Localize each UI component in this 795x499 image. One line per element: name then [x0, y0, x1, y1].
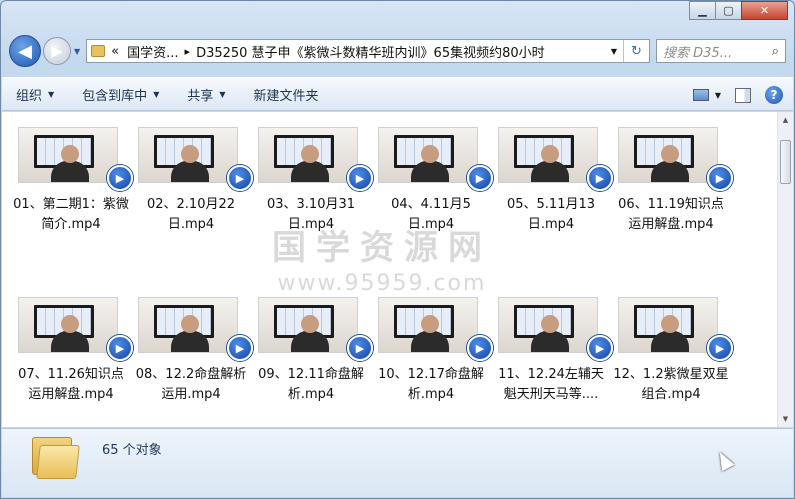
- file-item[interactable]: ▶ 05、5.11月13日.mp4: [492, 127, 613, 277]
- explorer-window: ▁ ▢ ✕ ◀ ▶ ▼ « 国学资... ▸ D35250 慧子申《紫微斗数精华…: [0, 0, 795, 499]
- search-icon: ⌕: [771, 43, 779, 59]
- forward-arrow-icon: ▶: [51, 42, 63, 60]
- video-player-icon: ▶: [587, 335, 613, 361]
- video-player-icon: ▶: [347, 335, 373, 361]
- include-in-library-label: 包含到库中: [82, 88, 148, 104]
- preview-pane-button[interactable]: [735, 87, 751, 103]
- breadcrumb-separator[interactable]: ▸: [185, 45, 191, 58]
- refresh-button[interactable]: ↻: [623, 40, 649, 62]
- video-player-icon: ▶: [347, 165, 373, 191]
- file-name: 10、12.17命盘解析.mp4: [378, 367, 484, 402]
- file-item[interactable]: ▶ 08、12.2命盘解析运用.mp4: [132, 297, 253, 427]
- video-player-icon: ▶: [707, 165, 733, 191]
- minimize-button[interactable]: ▁: [689, 1, 716, 20]
- file-item[interactable]: ▶ 02、2.10月22日.mp4: [132, 127, 253, 277]
- file-name: 11、12.24左辅天魁天刑天马等....: [498, 367, 604, 402]
- organize-menu[interactable]: 组织 ▼: [2, 85, 68, 104]
- file-name: 01、第二期1：紫微简介.mp4: [13, 197, 129, 232]
- search-placeholder: 搜索 D35...: [663, 45, 733, 61]
- help-button[interactable]: ?: [765, 86, 783, 104]
- video-thumbnail: [498, 127, 598, 183]
- file-item[interactable]: ▶ 04、4.11月5日.mp4: [372, 127, 493, 277]
- video-thumbnail: [258, 127, 358, 183]
- video-thumbnail: [618, 297, 718, 353]
- vertical-scrollbar[interactable]: ▲ ▼: [777, 112, 793, 427]
- breadcrumb-root[interactable]: 国学资...: [127, 42, 178, 61]
- file-name: 07、11.26知识点运用解盘.mp4: [18, 367, 124, 402]
- address-dropdown[interactable]: ▼: [611, 47, 617, 56]
- video-player-icon: ▶: [107, 165, 133, 191]
- folder-icon: [91, 45, 106, 57]
- video-player-icon: ▶: [707, 335, 733, 361]
- forward-button[interactable]: ▶: [43, 37, 71, 65]
- file-item[interactable]: ▶ 07、11.26知识点运用解盘.mp4: [12, 297, 133, 427]
- video-thumbnail: [18, 297, 118, 353]
- caption-buttons: ▁ ▢ ✕: [689, 1, 788, 22]
- file-item[interactable]: ▶ 11、12.24左辅天魁天刑天马等....: [492, 297, 613, 427]
- file-name: 04、4.11月5日.mp4: [391, 197, 471, 232]
- close-button[interactable]: ✕: [741, 1, 788, 20]
- item-count: 65 个对象: [102, 443, 162, 458]
- video-thumbnail: [138, 297, 238, 353]
- file-name: 12、1.2紫微星双星组合.mp4: [613, 367, 729, 402]
- share-menu[interactable]: 共享 ▼: [173, 85, 239, 104]
- file-item[interactable]: ▶ 09、12.11命盘解析.mp4: [252, 297, 373, 427]
- video-player-icon: ▶: [587, 165, 613, 191]
- share-label: 共享: [187, 88, 214, 104]
- video-thumbnail: [498, 297, 598, 353]
- new-folder-label: 新建文件夹: [253, 88, 319, 104]
- chevron-down-icon: ▼: [219, 89, 226, 99]
- details-pane: 65 个对象: [2, 428, 793, 497]
- file-name: 05、5.11月13日.mp4: [506, 197, 596, 232]
- address-bar[interactable]: « 国学资... ▸ D35250 慧子申《紫微斗数精华班内训》65集视频约80…: [86, 39, 650, 63]
- include-in-library-menu[interactable]: 包含到库中 ▼: [68, 85, 173, 104]
- view-icon: [692, 89, 709, 101]
- scroll-up-button[interactable]: ▲: [778, 112, 793, 128]
- video-player-icon: ▶: [107, 335, 133, 361]
- video-thumbnail: [378, 127, 478, 183]
- back-arrow-icon: ◀: [18, 40, 32, 62]
- video-player-icon: ▶: [227, 165, 253, 191]
- file-item[interactable]: ▶ 01、第二期1：紫微简介.mp4: [12, 127, 133, 277]
- video-thumbnail: [18, 127, 118, 183]
- breadcrumb-overflow[interactable]: «: [111, 44, 119, 59]
- maximize-button[interactable]: ▢: [715, 1, 742, 20]
- file-name: 06、11.19知识点运用解盘.mp4: [618, 197, 724, 232]
- folder-icon: [32, 437, 80, 479]
- search-input[interactable]: 搜索 D35... ⌕: [656, 39, 786, 63]
- file-item[interactable]: ▶ 12、1.2紫微星双星组合.mp4: [612, 297, 733, 427]
- navigation-bar: ◀ ▶ ▼ « 国学资... ▸ D35250 慧子申《紫微斗数精华班内训》65…: [9, 31, 786, 71]
- chevron-down-icon: ▼: [153, 89, 160, 99]
- change-view-button[interactable]: ▼: [692, 89, 721, 101]
- file-name: 02、2.10月22日.mp4: [146, 197, 236, 232]
- back-button[interactable]: ◀: [9, 35, 41, 67]
- video-player-icon: ▶: [227, 335, 253, 361]
- recent-pages-dropdown[interactable]: ▼: [74, 47, 80, 56]
- scroll-thumb[interactable]: [780, 140, 791, 184]
- chevron-down-icon: ▼: [714, 90, 721, 100]
- breadcrumb-current[interactable]: D35250 慧子申《紫微斗数精华班内训》65集视频约80小时: [196, 42, 545, 61]
- video-thumbnail: [138, 127, 238, 183]
- file-item[interactable]: ▶ 06、11.19知识点运用解盘.mp4: [612, 127, 733, 277]
- file-name: 03、3.10月31日.mp4: [266, 197, 356, 232]
- video-thumbnail: [378, 297, 478, 353]
- refresh-icon: ↻: [631, 43, 642, 59]
- file-item[interactable]: ▶ 03、3.10月31日.mp4: [252, 127, 373, 277]
- video-thumbnail: [618, 127, 718, 183]
- video-player-icon: ▶: [467, 165, 493, 191]
- organize-label: 组织: [16, 88, 43, 104]
- file-name: 09、12.11命盘解析.mp4: [258, 367, 364, 402]
- file-name: 08、12.2命盘解析运用.mp4: [135, 367, 247, 402]
- video-thumbnail: [258, 297, 358, 353]
- command-toolbar: 组织 ▼ 包含到库中 ▼ 共享 ▼ 新建文件夹 ▼ ?: [2, 77, 793, 111]
- video-player-icon: ▶: [467, 335, 493, 361]
- new-folder-button[interactable]: 新建文件夹: [240, 85, 333, 104]
- scroll-down-button[interactable]: ▼: [778, 411, 793, 427]
- file-list: 国学资源网 www.95959.com ▶ 01、第二期1：紫微简介.mp4 ▶ 02…: [2, 112, 777, 427]
- chevron-down-icon: ▼: [48, 89, 55, 99]
- file-item[interactable]: ▶ 10、12.17命盘解析.mp4: [372, 297, 493, 427]
